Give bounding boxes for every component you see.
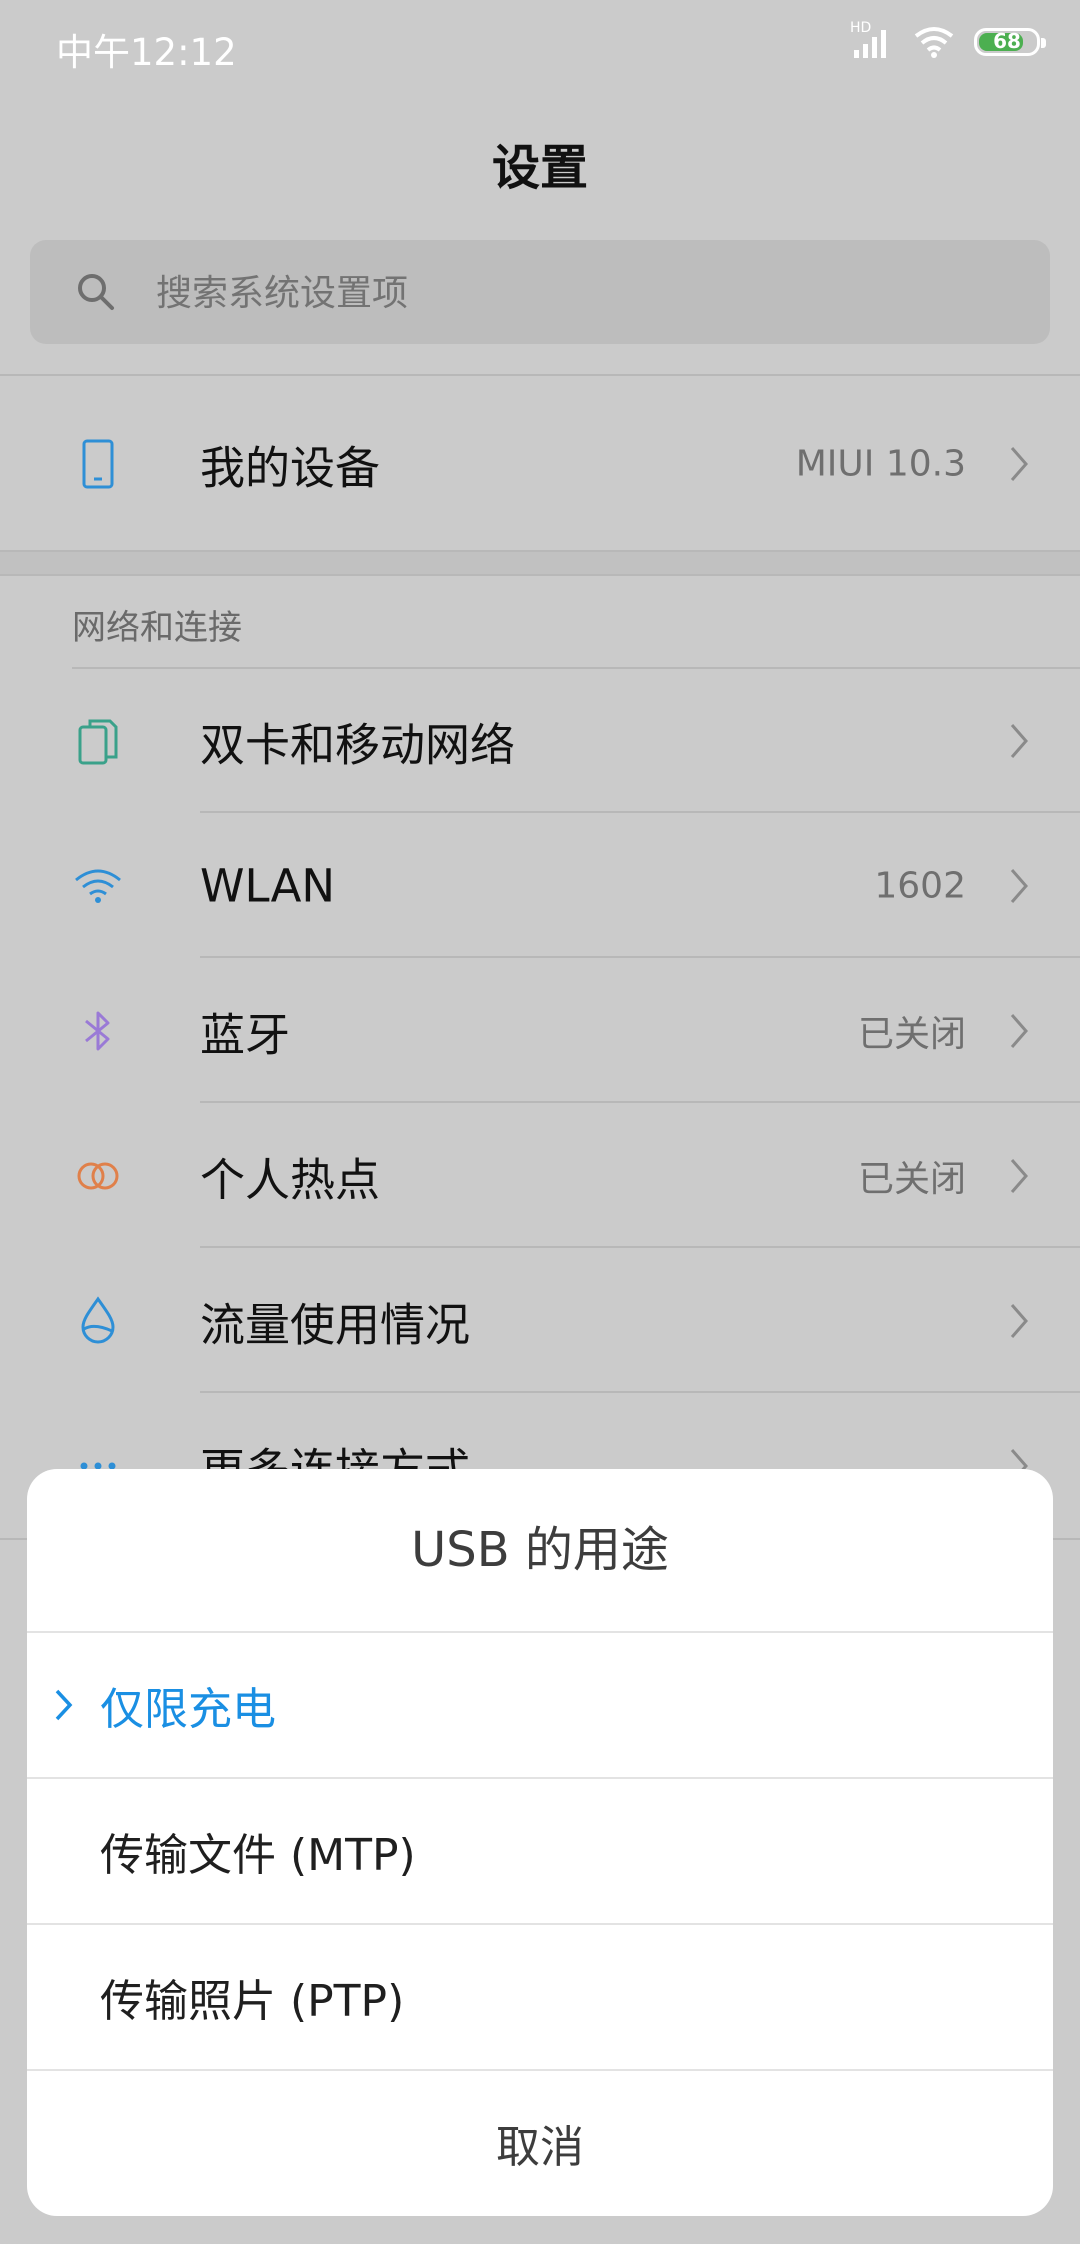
row-value: 1602 [874,865,966,907]
status-time: 中午12:12 [56,31,237,74]
row-value: 已关闭 [857,1159,966,1200]
row-label: 蓝牙 [200,1008,291,1062]
row-value: 已关闭 [857,1014,966,1055]
option-label: 传输文件 (MTP) [100,1830,416,1881]
row-label: 流量使用情况 [200,1298,471,1352]
chevron-right-icon [1010,869,1028,903]
page-title: 设置 [491,140,588,196]
selected-chevron-icon [55,1689,73,1721]
chevron-right-icon [1010,1014,1028,1048]
hotspot-icon [77,1162,119,1190]
cancel-button[interactable]: 取消 [27,2073,1053,2216]
bluetooth-icon [85,1011,110,1051]
sim-cards-icon [78,719,118,765]
status-bar: 中午12:12 HD 68 [0,0,1080,95]
chevron-right-icon [1010,447,1028,481]
sidebar-item-data-usage[interactable]: 流量使用情况 [0,1249,1080,1393]
usb-mode-dialog: USB 的用途 仅限充电 传输文件 (MTP) 传输照片 (PTP) 取消 [27,1469,1053,2216]
dialog-title: USB 的用途 [411,1522,669,1578]
divider [27,2069,1053,2071]
option-label: 传输照片 (PTP) [100,1976,405,2027]
option-label: 仅限充电 [100,1684,276,1735]
search-input[interactable] [154,240,978,346]
my-device-label: 我的设备 [200,441,381,495]
sidebar-item-dual-sim[interactable]: 双卡和移动网络 [0,669,1080,813]
network-type-label: HD [850,20,872,36]
status-icons: HD 68 [850,20,1046,60]
phone-icon [82,439,114,489]
sidebar-item-wlan[interactable]: WLAN 1602 [0,814,1080,958]
search-bar[interactable] [30,240,1050,346]
row-label: 个人热点 [200,1153,381,1207]
sidebar-item-hotspot[interactable]: 个人热点 已关闭 [0,1104,1080,1248]
sidebar-item-bluetooth[interactable]: 蓝牙 已关闭 [0,959,1080,1103]
wifi-icon [75,869,121,903]
signal-icon: HD [850,20,894,60]
my-device-row[interactable]: 我的设备 MIUI 10.3 [0,392,1080,536]
chevron-right-icon [1010,1159,1028,1193]
data-usage-icon [81,1296,115,1344]
row-label: WLAN [200,859,336,913]
option-charge-only[interactable]: 仅限充电 [27,1633,1053,1777]
battery-level: 68 [993,29,1021,53]
my-device-value: MIUI 10.3 [795,443,966,485]
search-icon [78,274,114,310]
chevron-right-icon [1010,1304,1028,1338]
divider [0,374,1080,376]
chevron-right-icon [1010,724,1028,758]
section-gap [0,552,1080,574]
option-ptp[interactable]: 传输照片 (PTP) [27,1925,1053,2069]
row-label: 双卡和移动网络 [200,718,516,772]
battery-icon: 68 [974,28,1046,56]
divider [0,574,1080,576]
wifi-status-icon [914,27,954,58]
option-mtp[interactable]: 传输文件 (MTP) [27,1779,1053,1923]
section-title: 网络和连接 [72,608,242,648]
